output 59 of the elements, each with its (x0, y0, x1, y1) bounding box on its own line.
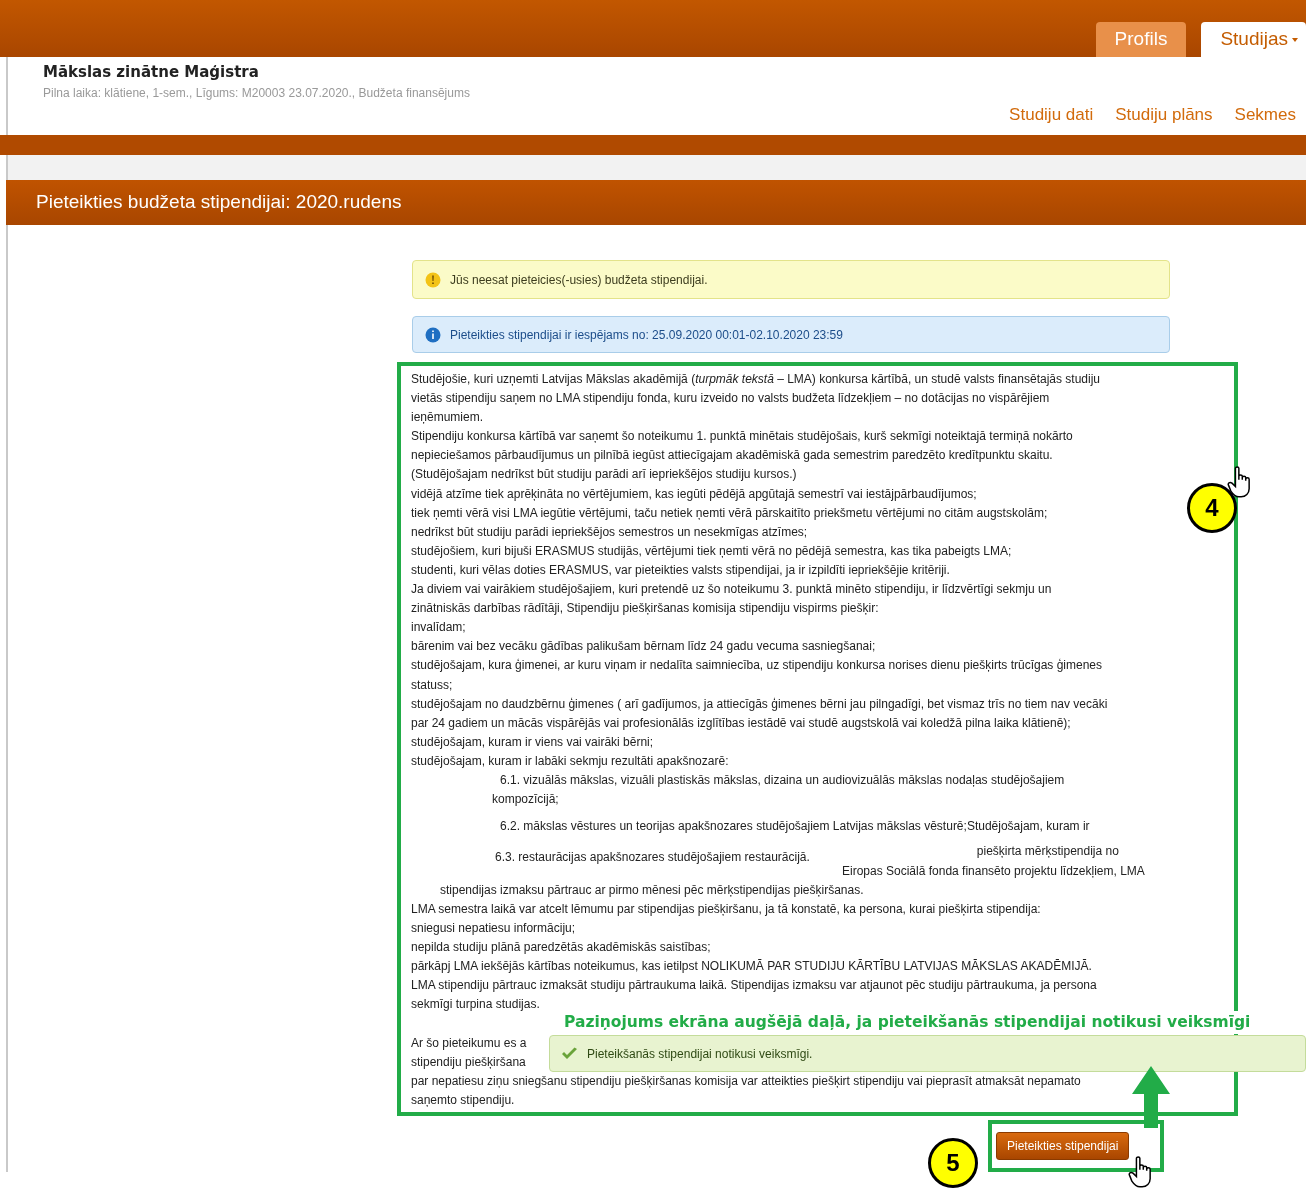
alert-message: Jūs neesat pieteicies(-usies) budžeta stipendijai. (412, 260, 1170, 299)
terms-text-line: piešķirta mērķstipendija no (976, 843, 1119, 861)
terms-text-line: zinātniskās darbības rādītāji, Stipendiju piešķiršanas komisija stipendiju vispirms piešķir: (411, 601, 879, 616)
success-message: Pieteikšanās stipendijai notikusi veiksmīgi. (549, 1035, 1306, 1072)
terms-text-line: studējošajam, kuram ir labāki sekmju rezultāti apakšnozarē: (411, 753, 729, 768)
nav-link[interactable]: Sekmes (1234, 101, 1296, 127)
alert-message: Pieteikties stipendijai ir iespējams no: 25.09.2020 00:01-02.10.2020 23:59 (412, 316, 1170, 353)
terms-text-line: Stipendiju konkursa kārtībā var saņemt šo noteikumu 1. punktā minētais studējošais, kurš sekmīgi noteiktajā termiņā nokārto (411, 429, 1073, 444)
program-details: Pilna laika: klātiene, 1-sem., Līgums: M20003 23.07.2020., Budžeta finansējums (43, 84, 470, 102)
terms-text-line: LMA stipendiju pārtrauc izmaksāt studiju pārtraukuma laikā. Stipendijas izmaksu var atjaunot pēc studiju pārtraukuma, ja persona (411, 978, 1097, 993)
nav-tab[interactable]: Studijas (1201, 22, 1306, 57)
terms-text-line: saņemto stipendiju. (411, 1092, 515, 1107)
terms-text-line: Eiropas Sociālā fonda finansēto projektu līdzekļiem, LMA (842, 863, 1145, 878)
terms-text-line: nepieciešamos pārbaudījumus un pilnībā iegūst attiecīgajam akadēmiskā gada semestrim paredzēto kredītpunktu skaitu. (411, 448, 1053, 463)
terms-text-line: vidējā atzīme tiek aprēķināta no vērtējumiem, kas iegūti pēdējā apgūtajā semestrī vai iestājpārbaudījumos; (411, 486, 977, 501)
step-number-badge: 4 (1187, 483, 1237, 533)
terms-text-line: par 24 gadiem un mācās vispārējās vai profesionālās izglītības iestādē vai studē augstskolā vai koledžā pilna laika klātienē); (411, 715, 1071, 730)
hand-cursor-icon (1227, 466, 1253, 498)
nav-link[interactable]: Studiju dati (1009, 101, 1094, 127)
info-icon (425, 326, 441, 343)
annotation-note: Paziņojums ekrāna augšējā daļā, ja pieteikšanās stipendijai notikusi veiksmīgi (563, 1011, 1252, 1035)
terms-text-line: studenti, kuri vēlas doties ERASMUS, var pieteikties valsts stipendijai, ja ir izpildīti iepriekšējie kritēriji. (411, 562, 950, 577)
caret-icon (1292, 36, 1298, 43)
terms-text-line: 6.2. mākslas vēstures un teorijas apakšnozares studējošajiem Latvijas mākslas vēsturē;Studējošajam, kuram ir (500, 819, 1090, 834)
checkmark-icon (561, 1047, 578, 1060)
hand-cursor-icon (1128, 1156, 1154, 1188)
step-number-badge: 5 (928, 1138, 978, 1188)
terms-text-line: stipendijas izmaksu pārtrauc ar pirmo mēnesi pēc mērķstipendijas piešķiršanas. (440, 882, 864, 897)
terms-text-line: studējošiem, kuri bijuši ERASMUS studijās, vērtējumi tiek ņemti vērā no pēdējā semestra, kas tika pabeigts LMA; (411, 543, 1012, 558)
terms-text-line: nepilda studiju plānā paredzētās akadēmiskās saistības; (411, 940, 711, 955)
terms-text-line: vietās stipendiju saņem no LMA stipendiju fonda, kuru izveido no valsts budžeta līdzekļiem – no dotācijas no vispārējiem (411, 391, 1050, 406)
nav-tab[interactable]: Profils (1095, 22, 1187, 57)
nav-link[interactable]: Studiju plāns (1115, 101, 1213, 127)
terms-text-line: studējošajam, kura ģimenei, ar kuru viņam ir nedalīta saimniecība, uz stipendiju konkursa norises dienu piešķirts trūcīgas ģimenes (411, 658, 1102, 673)
terms-text-line: Ja diviem vai vairākiem studējošajiem, kuri pretendē uz šo noteikumu 3. punktā minēto stipendiju, ir līdzvērtīgi sekmju un (411, 582, 1052, 597)
terms-text-line: 6.1. vizuālās mākslas, vizuāli plastiskās mākslas, dizaina un audiovizuālās mākslas nodaļas studējošajiem (500, 772, 1065, 787)
terms-text-line: Ar šo pieteikumu es a (411, 1035, 527, 1050)
terms-text-line: LMA semestra laikā var atcelt lēmumu par stipendijas piešķiršanu, ja tā konstatē, ka persona, kurai piešķirta stipendija: (411, 901, 1041, 916)
terms-text-line: sekmīgi turpina studijas. (411, 997, 540, 1012)
terms-text-line: (Studējošajam nedrīkst būt studiju parādi arī iepriekšējos studiju kursos.) (411, 467, 797, 482)
program-title: Mākslas zinātne Maģistra (43, 62, 259, 83)
terms-text-line: studējošajam no daudzbērnu ģimenes ( arī gadījumos, ja attiecīgās ģimenes bērni jau pilngadīgi, bet vismaz trīs no tiem nav vecāki (411, 696, 1108, 711)
terms-text-line: nedrīkst būt studiju parādi iepriekšējos semestros un nesekmīgas atzīmes; (411, 524, 808, 539)
terms-text-line: bārenim vai bez vecāku gādības palikušam bērnam līdz 24 gadu vecuma sasniegšanai; (411, 639, 876, 654)
terms-text-line: statuss; (411, 677, 453, 692)
terms-text-line: sniegusi nepatiesu informāciju; (411, 921, 576, 936)
terms-text-line: kompozīcijā; (492, 792, 559, 807)
terms-text-line: Studējošie, kuri uzņemti Latvijas Mākslas akadēmijā (turpmāk tekstā – LMA) konkursa kārtībā, un studē valsts finansētajās studiju (411, 372, 1100, 386)
terms-text-line: 6.3. restaurācijas apakšnozares studējošajiem restaurācijā. (495, 849, 810, 862)
terms-text-line: stipendiju piešķiršana (411, 1054, 526, 1069)
terms-text-line: ieņēmumiem. (411, 410, 484, 425)
page-title: Pieteikties budžeta stipendijai: 2020.rudens (36, 190, 402, 215)
terms-text-line: tiek ņemti vērā visi LMA iegūtie vērtējumi, taču netiek ņemti vērā pārskaitīto priekšmetu vērtējumi no citām augstskolām; (411, 505, 1048, 520)
terms-text-line: pārkāpj LMA iekšējās kārtības noteikumus, kas ietilpst NOLIKUMĀ PAR STUDIJU KĀRTĪBU LATVIJAS MĀKSLAS AKADĒMIJĀ. (411, 959, 1092, 974)
apply-button[interactable]: Pieteikties stipendijai (996, 1131, 1130, 1160)
warning-icon (425, 271, 441, 288)
terms-text-line: par nepatiesu ziņu sniegšanu stipendiju piešķiršanas komisija var atteikties piešķirt stipendiju vai pieprasīt atmaksāt nepamato (411, 1073, 1081, 1088)
terms-text-line: invalīdam; (411, 620, 466, 635)
terms-text-line: studējošajam, kuram ir viens vai vairāki bērni; (411, 734, 654, 749)
